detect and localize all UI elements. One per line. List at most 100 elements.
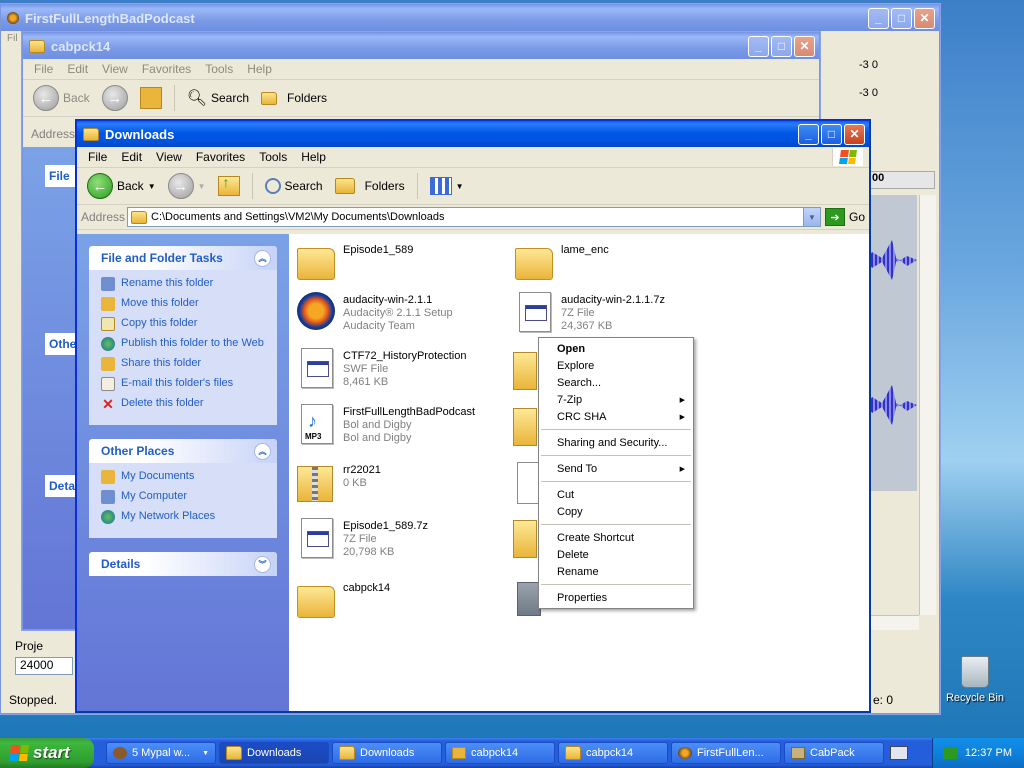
place-my-documents[interactable]: My Documents xyxy=(101,470,267,484)
menu-favorites[interactable]: Favorites xyxy=(135,60,198,78)
go-button[interactable]: ➔ Go xyxy=(824,208,865,226)
menu-rename[interactable]: Rename xyxy=(539,563,693,580)
folders-button[interactable]: Folders xyxy=(331,176,409,196)
menu-delete[interactable]: Delete xyxy=(539,546,693,563)
close-button[interactable]: ✕ xyxy=(844,123,865,145)
place-my-computer[interactable]: My Computer xyxy=(101,490,267,504)
taskbar-item-downloads[interactable]: Downloads xyxy=(332,742,442,764)
menu-file[interactable]: File xyxy=(81,148,114,166)
file-icon xyxy=(301,518,333,558)
expand-chevron-icon[interactable]: ︾ xyxy=(254,555,271,573)
menu-view[interactable]: View xyxy=(95,60,135,78)
collapse-chevron-icon[interactable]: ︽ xyxy=(254,442,271,460)
file-icon[interactable] xyxy=(517,462,539,504)
details-header[interactable]: Details ︾ xyxy=(89,552,277,576)
forward-dropdown-icon[interactable]: ▼ xyxy=(198,182,206,191)
search-button[interactable]: Search xyxy=(261,176,327,196)
task-email-files[interactable]: E-mail this folder's files xyxy=(101,377,267,391)
back-dropdown-icon[interactable]: ▼ xyxy=(148,182,156,191)
task-share-folder[interactable]: Share this folder xyxy=(101,357,267,371)
list-item[interactable]: rr22021 0 KB xyxy=(297,462,497,502)
folders-button[interactable]: Folders xyxy=(257,89,331,107)
up-button[interactable] xyxy=(136,85,166,111)
keyboard-icon[interactable] xyxy=(890,746,908,760)
recycle-bin[interactable]: Recycle Bin xyxy=(943,656,1007,704)
taskbar-item-mypal[interactable]: 5 Mypal w... ▼ xyxy=(106,742,216,764)
network-tray-icon[interactable] xyxy=(942,747,957,759)
zip-folder-icon[interactable] xyxy=(513,352,537,390)
project-rate-input[interactable]: 24000 xyxy=(15,657,73,675)
menu-create-shortcut[interactable]: Create Shortcut xyxy=(539,529,693,546)
downloads-titlebar[interactable]: Downloads _ □ ✕ xyxy=(77,121,869,147)
cabpck14-titlebar[interactable]: cabpck14 _ □ ✕ xyxy=(23,33,819,59)
audacity-vscroll[interactable] xyxy=(919,195,936,615)
menu-view[interactable]: View xyxy=(149,148,189,166)
close-button[interactable]: ✕ xyxy=(914,7,935,29)
menu-tools[interactable]: Tools xyxy=(198,60,240,78)
downloads-window[interactable]: Downloads _ □ ✕ File Edit View Favorites… xyxy=(76,120,870,712)
start-button[interactable]: start xyxy=(0,738,94,768)
audacity-hscroll[interactable] xyxy=(867,615,919,630)
menu-sharing-security[interactable]: Sharing and Security... xyxy=(539,434,693,451)
clock[interactable]: 12:37 PM xyxy=(965,747,1012,759)
close-button[interactable]: ✕ xyxy=(794,35,815,57)
taskbar-item-cabpck14[interactable]: cabpck14 xyxy=(558,742,668,764)
maximize-button[interactable]: □ xyxy=(821,123,842,145)
up-button[interactable]: ↑ xyxy=(214,174,244,198)
minimize-button[interactable]: _ xyxy=(798,123,819,145)
file-folder-tasks-header[interactable]: File and Folder Tasks ︽ xyxy=(89,246,277,270)
menu-help[interactable]: Help xyxy=(240,60,279,78)
menu-file[interactable]: File xyxy=(27,60,60,78)
maximize-button[interactable]: □ xyxy=(771,35,792,57)
other-places-header[interactable]: Other Places ︽ xyxy=(89,439,277,463)
menu-explore[interactable]: Explore xyxy=(539,357,693,374)
task-rename-folder[interactable]: Rename this folder xyxy=(101,277,267,291)
list-item[interactable]: ♪ MP3 FirstFullLengthBadPodcast Bol and D… xyxy=(297,404,497,445)
menu-edit[interactable]: Edit xyxy=(60,60,95,78)
maximize-button[interactable]: □ xyxy=(891,7,912,29)
list-item[interactable]: CTF72_HistoryProtection SWF File 8,461 K… xyxy=(297,348,497,389)
list-item[interactable]: lame_enc xyxy=(515,242,715,282)
menu-edit[interactable]: Edit xyxy=(114,148,149,166)
taskbar-item-downloads-active[interactable]: Downloads xyxy=(219,742,329,764)
task-delete-folder[interactable]: ✕ Delete this folder xyxy=(101,397,267,411)
menu-favorites[interactable]: Favorites xyxy=(189,148,252,166)
back-button[interactable]: ← Back ▼ xyxy=(83,171,160,201)
taskbar-item-cabpck14-zip[interactable]: cabpck14 xyxy=(445,742,555,764)
menu-help[interactable]: Help xyxy=(294,148,333,166)
views-button[interactable]: ▼ xyxy=(426,175,468,197)
list-item[interactable]: Episode1_589 xyxy=(297,242,497,282)
menu-properties[interactable]: Properties xyxy=(539,589,693,606)
menu-send-to[interactable]: Send To ▶ xyxy=(539,460,693,477)
menu-7zip[interactable]: 7-Zip ▶ xyxy=(539,391,693,408)
address-input[interactable]: C:\Documents and Settings\VM2\My Documen… xyxy=(127,207,821,227)
forward-button[interactable]: → ▼ xyxy=(164,171,210,201)
minimize-button[interactable]: _ xyxy=(868,7,889,29)
zip-folder-icon[interactable] xyxy=(513,408,537,446)
taskbar-item-cabpack[interactable]: CabPack xyxy=(784,742,884,764)
list-item[interactable]: audacity-win-2.1.1 Audacity® 2.1.1 Setup… xyxy=(297,292,497,333)
task-publish-web[interactable]: Publish this folder to the Web xyxy=(101,337,267,351)
forward-button[interactable]: → xyxy=(98,83,132,113)
minimize-button[interactable]: _ xyxy=(748,35,769,57)
address-dropdown-icon[interactable]: ▼ xyxy=(802,208,820,226)
taskbar-item-audacity[interactable]: FirstFullLen... xyxy=(671,742,781,764)
task-copy-folder[interactable]: Copy this folder xyxy=(101,317,267,331)
menu-label: Explore xyxy=(557,359,595,372)
place-my-network-places[interactable]: My Network Places xyxy=(101,510,267,524)
list-item[interactable]: cabpck14 xyxy=(297,580,497,620)
audacity-titlebar[interactable]: FirstFullLengthBadPodcast _ □ ✕ xyxy=(1,5,939,31)
menu-search[interactable]: Search... xyxy=(539,374,693,391)
menu-crc-sha[interactable]: CRC SHA ▶ xyxy=(539,408,693,425)
menu-open[interactable]: Open xyxy=(539,340,693,357)
menu-tools[interactable]: Tools xyxy=(252,148,294,166)
task-move-folder[interactable]: Move this folder xyxy=(101,297,267,311)
list-item[interactable]: audacity-win-2.1.1.7z 7Z File 24,367 KB xyxy=(515,292,715,333)
menu-cut[interactable]: Cut xyxy=(539,486,693,503)
search-button[interactable]: 🔍︎ Search xyxy=(183,86,253,110)
collapse-chevron-icon[interactable]: ︽ xyxy=(254,249,271,267)
menu-copy[interactable]: Copy xyxy=(539,503,693,520)
back-button[interactable]: ← Back xyxy=(29,83,94,113)
zip-folder-icon[interactable] xyxy=(513,520,537,558)
list-item[interactable]: Episode1_589.7z 7Z File 20,798 KB xyxy=(297,518,497,559)
